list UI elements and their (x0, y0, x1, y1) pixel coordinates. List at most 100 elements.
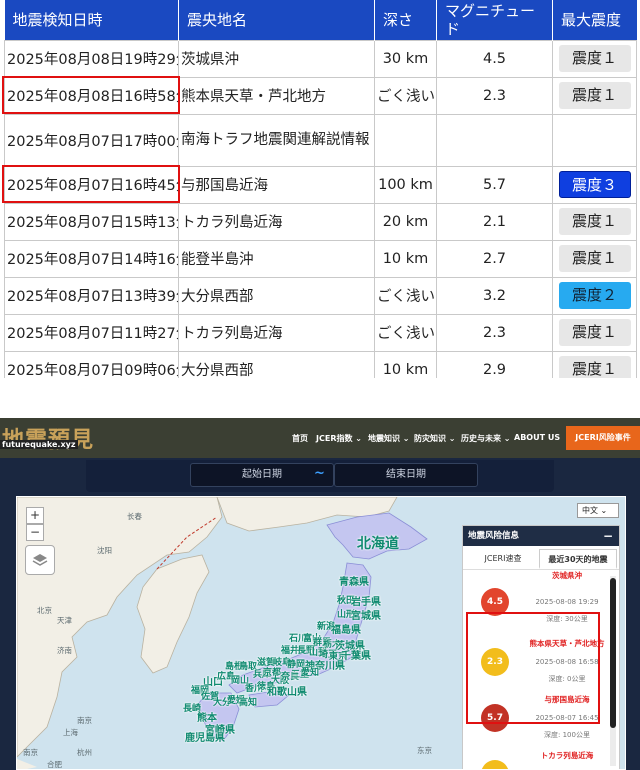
intensity-badge: 震度３ (558, 171, 631, 198)
cell-max-intensity: 震度１ (552, 76, 637, 115)
table-row[interactable]: 2025年08月07日14時16分 能登半島沖 10 km 2.7 震度１ (4, 239, 637, 278)
mainland-landmass (17, 497, 223, 758)
cell-magnitude: 2.1 (436, 202, 553, 241)
map-city-label: 东京 (417, 746, 432, 755)
map-region-label: 千葉県 (341, 651, 371, 662)
quake-place: トカラ列島近海 (540, 751, 594, 760)
intensity-badge: 震度１ (558, 45, 631, 72)
cell-max-intensity: 震度２ (552, 276, 637, 315)
map-city-label: 南京 (77, 716, 92, 725)
start-date-input[interactable]: 起始日期 (190, 463, 334, 487)
magnitude-circle (481, 760, 509, 769)
intensity-badge: 震度１ (558, 245, 631, 272)
cell-epicenter: トカラ列島近海 (178, 202, 375, 241)
tab-jceri-lookup[interactable]: JCERI速查 (467, 549, 539, 569)
intensity-badge: 震度２ (558, 282, 631, 309)
language-select[interactable]: 中文 ⌄ (577, 503, 619, 518)
cell-depth: 20 km (374, 202, 437, 241)
earthquake-table: 地震検知日時 震央地名 深さ マグニチュード 最大震度 2025年08月08日1… (4, 0, 637, 378)
cell-datetime: 2025年08月08日16時58分 (4, 76, 179, 115)
cell-magnitude: 3.2 (436, 276, 553, 315)
cell-epicenter: 南海トラフ地震関連解説情報 (178, 113, 375, 167)
header-magnitude[interactable]: マグニチュード (436, 0, 553, 40)
cell-datetime: 2025年08月07日13時39分 (4, 276, 179, 315)
nav-jcer-index[interactable]: JCER指数 ⌄ (316, 433, 362, 444)
nav-disaster-knowledge[interactable]: 防灾知识 ⌄ (414, 433, 456, 444)
cell-depth (374, 113, 437, 167)
cell-max-intensity: 震度１ (552, 202, 637, 241)
cell-magnitude: 2.3 (436, 76, 553, 115)
cell-max-intensity (552, 113, 637, 167)
risk-panel-header: 地震风险信息 − (463, 526, 619, 546)
table-row[interactable]: 2025年08月07日09時06分 大分県西部 10 km 2.9 震度１ (4, 350, 637, 378)
logo-subtitle: futurequake.xyz (0, 440, 78, 449)
table-header-row: 地震検知日時 震央地名 深さ マグニチュード 最大震度 (4, 0, 637, 40)
cell-epicenter: 茨城県沖 (178, 39, 375, 78)
map-city-label: 北京 (37, 606, 52, 615)
quake-time: 2025-08-08 19:29 (535, 598, 599, 606)
risk-panel-title: 地震风险信息 (468, 531, 520, 541)
nav-home[interactable]: 首页 (292, 433, 308, 444)
header-epicenter[interactable]: 震央地名 (178, 0, 375, 40)
map-city-label: 长春 (127, 512, 142, 521)
cell-magnitude: 5.7 (436, 165, 553, 204)
map-city-label: 天津 (57, 616, 72, 625)
map-city-label: 杭州 (77, 748, 92, 757)
cell-epicenter: 与那国島近海 (178, 165, 375, 204)
cell-max-intensity: 震度１ (552, 313, 637, 352)
cell-depth: ごく浅い (374, 276, 437, 315)
cell-depth: 10 km (374, 239, 437, 278)
site-logo[interactable]: 地震預見 futurequake.xyz (0, 418, 95, 458)
map-city-label: 济南 (57, 646, 72, 655)
cell-datetime: 2025年08月07日15時13分 (4, 202, 179, 241)
table-row[interactable]: 2025年08月07日11時27分 トカラ列島近海 ごく浅い 2.3 震度１ (4, 313, 637, 352)
cell-max-intensity: 震度１ (552, 239, 637, 278)
map-region-label: 福島県 (331, 625, 361, 636)
intensity-badge: 震度１ (558, 356, 631, 378)
cell-max-intensity: 震度１ (552, 350, 637, 378)
quake-place: 茨城県沖 (552, 571, 582, 580)
layers-button[interactable] (25, 545, 55, 575)
cell-datetime: 2025年08月07日09時06分 (4, 350, 179, 378)
nav-history-future[interactable]: 历史与未来 ⌄ (461, 433, 511, 444)
highlight-box-panel (466, 612, 600, 724)
cell-depth: ごく浅い (374, 76, 437, 115)
table-row[interactable]: 2025年08月07日17時00分 南海トラフ地震関連解説情報 (4, 113, 637, 167)
end-date-input[interactable]: 结束日期 (334, 463, 478, 487)
header-max-intensity[interactable]: 最大震度 (552, 0, 637, 40)
map-region-label: 岩手県 (351, 597, 381, 608)
cell-datetime: 2025年08月07日17時00分 (4, 113, 179, 167)
cell-datetime: 2025年08月07日11時27分 (4, 313, 179, 352)
zoom-in-button[interactable]: + (26, 507, 44, 524)
date-separator: ~ (314, 466, 325, 481)
map-region-label: 鹿児島県 (185, 733, 225, 744)
korea-landmass (136, 554, 210, 674)
zoom-out-button[interactable]: − (26, 524, 44, 541)
header-depth[interactable]: 深さ (374, 0, 437, 40)
tab-recent-30-days[interactable]: 最近30天的地震 (539, 549, 617, 569)
cell-epicenter: 能登半島沖 (178, 239, 375, 278)
scrollbar-thumb[interactable] (610, 578, 616, 728)
table-row[interactable]: 2025年08月07日15時13分 トカラ列島近海 20 km 2.1 震度１ (4, 202, 637, 241)
table-row[interactable]: 2025年08月08日19時29分 茨城県沖 30 km 4.5 震度１ (4, 39, 637, 78)
layers-icon (32, 553, 48, 567)
table-row[interactable]: 2025年08月07日16時45分 与那国島近海 100 km 5.7 震度３ (4, 165, 637, 204)
map-region-label: 愛知 (301, 668, 320, 678)
nav-earthquake-knowledge[interactable]: 地震知识 ⌄ (368, 433, 410, 444)
map-region-label: 高知 (239, 698, 258, 708)
intensity-badge: 震度１ (558, 208, 631, 235)
cell-magnitude: 2.3 (436, 313, 553, 352)
cell-datetime: 2025年08月08日19時29分 (4, 39, 179, 78)
minimize-button[interactable]: − (603, 526, 613, 546)
cell-max-intensity: 震度１ (552, 39, 637, 78)
jceri-risk-event-button[interactable]: JCERI风险事件 (566, 426, 640, 450)
cell-depth: 30 km (374, 39, 437, 78)
table-row[interactable]: 2025年08月07日13時39分 大分県西部 ごく浅い 3.2 震度２ (4, 276, 637, 315)
quake-list-scrollbar[interactable] (610, 576, 616, 766)
nav-about-us[interactable]: ABOUT US (514, 433, 560, 442)
quake-depth: 深度: 100公里 (544, 731, 590, 739)
map-region-label: 青森県 (339, 577, 369, 588)
table-row[interactable]: 2025年08月08日16時58分 熊本県天草・芦北地方 ごく浅い 2.3 震度１ (4, 76, 637, 115)
quake-list-item[interactable]: トカラ列島近海 (467, 748, 609, 769)
header-datetime[interactable]: 地震検知日時 (4, 0, 179, 40)
